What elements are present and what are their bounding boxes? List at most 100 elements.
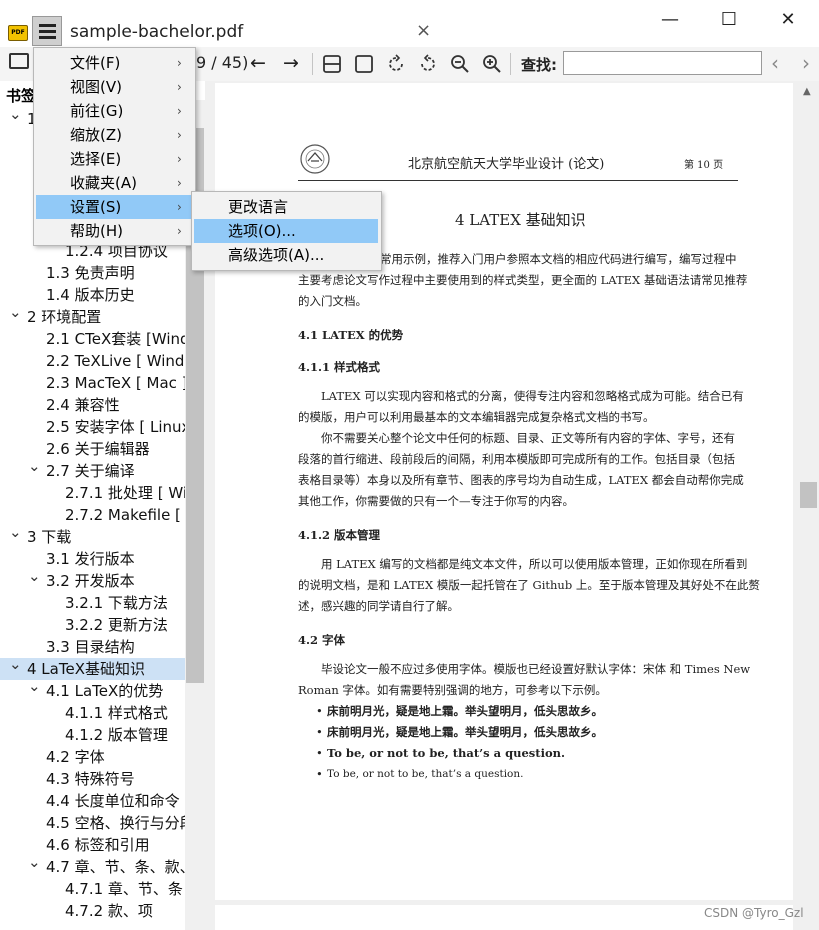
menu-item-select[interactable]: 选择(E) › bbox=[36, 147, 192, 171]
bookmark-item[interactable]: 4.1.1 样式格式 bbox=[65, 702, 168, 724]
bookmark-item[interactable]: ⌄ 4.7 章、节、条、款、 bbox=[28, 853, 195, 878]
menu-item-view[interactable]: 视图(V) › bbox=[36, 75, 192, 99]
zoom-in-icon[interactable] bbox=[482, 54, 502, 74]
bookmark-label: 3.3 目录结构 bbox=[46, 638, 135, 656]
bookmark-label: 1.3 免责声明 bbox=[46, 264, 135, 282]
bullet-item: To be, or not to be, that’s a question. bbox=[327, 768, 524, 780]
menu-item-settings[interactable]: 设置(S) › bbox=[36, 195, 192, 219]
expand-chevron-icon[interactable]: ⌄ bbox=[9, 521, 22, 543]
bookmark-item[interactable]: 3.2.2 更新方法 bbox=[65, 614, 168, 636]
bookmark-item[interactable]: 2.5 安装字体 [ Linux bbox=[46, 416, 190, 438]
bookmark-label: 4.1.1 样式格式 bbox=[65, 704, 168, 722]
fit-width-icon[interactable] bbox=[354, 54, 374, 74]
bookmark-label: 3 下载 bbox=[27, 528, 72, 546]
section-heading: 4.1 LATEX 的优势 bbox=[298, 328, 404, 342]
chevron-right-icon: › bbox=[177, 152, 182, 166]
maximize-button[interactable]: ☐ bbox=[709, 8, 749, 32]
bookmark-item[interactable]: 2.2 TeXLive [ Windo bbox=[46, 350, 194, 372]
intro-line: 的入门文档。 bbox=[298, 294, 367, 308]
next-page-icon[interactable]: → bbox=[283, 52, 299, 74]
chevron-right-icon: › bbox=[177, 224, 182, 238]
menu-item-help[interactable]: 帮助(H) › bbox=[36, 219, 192, 243]
submenu-item-options[interactable]: 选项(O)... bbox=[194, 219, 378, 243]
chevron-right-icon: › bbox=[177, 200, 182, 214]
expand-chevron-icon[interactable]: ⌄ bbox=[28, 565, 41, 587]
rotate-left-icon[interactable] bbox=[386, 54, 406, 74]
chevron-right-icon: › bbox=[177, 80, 182, 94]
menu-item-goto[interactable]: 前往(G) › bbox=[36, 99, 192, 123]
minimize-button[interactable]: — bbox=[650, 8, 690, 32]
bookmark-label: 3.2.2 更新方法 bbox=[65, 616, 168, 634]
bookmark-label: 4.7.1 章、节、条 bbox=[65, 880, 183, 898]
search-next-icon[interactable]: › bbox=[802, 52, 810, 74]
menu-item-file[interactable]: 文件(F) › bbox=[36, 51, 192, 75]
bookmark-item[interactable]: 3.1 发行版本 bbox=[46, 548, 135, 570]
zoom-out-icon[interactable] bbox=[450, 54, 470, 74]
body-line: LATEX 可以实现内容和格式的分离，使得专注内容和忽略格式成为可能。结合已有 bbox=[321, 389, 744, 403]
bookmark-item[interactable]: 4.1.2 版本管理 bbox=[65, 724, 168, 746]
bookmark-item[interactable]: ⌄ 3.2 开发版本 bbox=[28, 567, 135, 592]
bookmark-item[interactable]: 2.1 CTeX套装 [Wind bbox=[46, 328, 190, 350]
scroll-up-icon[interactable]: ▲ bbox=[803, 86, 811, 97]
bookmark-item[interactable]: ⌄ 2 环境配置 bbox=[9, 303, 102, 328]
search-input[interactable] bbox=[563, 51, 762, 75]
bookmark-label: 4.7.2 款、项 bbox=[65, 902, 153, 920]
expand-chevron-icon[interactable]: ⌄ bbox=[28, 675, 41, 697]
expand-chevron-icon[interactable]: ⌄ bbox=[28, 455, 41, 477]
expand-chevron-icon[interactable]: ⌄ bbox=[9, 653, 22, 675]
search-prev-icon[interactable]: ‹ bbox=[771, 52, 779, 74]
bullet-mark: • bbox=[316, 767, 323, 781]
bookmark-item[interactable]: 4.7.2 款、项 bbox=[65, 900, 153, 922]
bookmark-item[interactable]: 4.3 特殊符号 bbox=[46, 768, 135, 790]
menu-item-favorites[interactable]: 收藏夹(A) › bbox=[36, 171, 192, 195]
bookmark-label: 2 环境配置 bbox=[27, 308, 102, 326]
rotate-right-icon[interactable] bbox=[418, 54, 438, 74]
bookmark-label: 2.3 MacTeX [ Mac ] bbox=[46, 374, 188, 392]
hamburger-menu-button[interactable] bbox=[32, 16, 62, 46]
bookmark-item[interactable]: 2.6 关于编辑器 bbox=[46, 438, 150, 460]
menu-item-zoom[interactable]: 缩放(Z) › bbox=[36, 123, 192, 147]
bookmark-item[interactable]: 4.2 字体 bbox=[46, 746, 105, 768]
submenu-item-change-language[interactable]: 更改语言 bbox=[194, 195, 378, 219]
bookmark-item[interactable]: ⌄ 3 下载 bbox=[9, 523, 72, 548]
open-folder-icon[interactable] bbox=[9, 53, 29, 69]
bookmark-item[interactable]: ⌄ 4 LaTeX基础知识 bbox=[9, 655, 145, 680]
bookmark-item[interactable]: 4.6 标签和引用 bbox=[46, 834, 150, 856]
fit-page-icon[interactable] bbox=[322, 54, 342, 74]
page-number-label: 第 10 页 bbox=[684, 160, 724, 171]
tab-close-icon[interactable]: × bbox=[416, 20, 431, 41]
bookmark-item[interactable]: ⌄ 2.7 关于编译 bbox=[28, 457, 135, 482]
bookmark-item[interactable]: 4.4 长度单位和命令 bbox=[46, 790, 180, 812]
body-line: 段落的首行缩进、段前段后的间隔，利用本模版即可完成所有的工作。包括目录（包括 bbox=[298, 452, 735, 466]
prev-page-icon[interactable]: ← bbox=[250, 52, 266, 74]
expand-chevron-icon[interactable]: ⌄ bbox=[28, 851, 41, 873]
document-tab-title[interactable]: sample-bachelor.pdf bbox=[70, 22, 243, 42]
bookmark-label: 2.7.2 Makefile [ \ bbox=[65, 506, 191, 524]
bookmark-item[interactable]: 3.2.1 下载方法 bbox=[65, 592, 168, 614]
watermark-text: CSDN @Tyro_Gzl bbox=[704, 906, 804, 920]
expand-chevron-icon[interactable]: ⌄ bbox=[9, 103, 22, 125]
bookmark-item[interactable]: 2.7.2 Makefile [ \ bbox=[65, 504, 191, 526]
body-line: 毕设论文一般不应过多使用字体。模版也已经设置好默认字体：宋体 和 Times N… bbox=[321, 662, 751, 676]
bookmark-label: 4.7 章、节、条、款、 bbox=[46, 858, 195, 876]
bookmark-label: 4 LaTeX基础知识 bbox=[27, 660, 145, 678]
bookmark-label: 2.4 兼容性 bbox=[46, 396, 120, 414]
bookmark-item[interactable]: 2.7.1 批处理 [ Wir bbox=[65, 482, 193, 504]
bookmark-item[interactable]: 4.7.1 章、节、条 bbox=[65, 878, 183, 900]
close-window-button[interactable]: ✕ bbox=[768, 8, 808, 32]
document-scrollbar-thumb[interactable] bbox=[800, 482, 817, 508]
chevron-right-icon: › bbox=[177, 176, 182, 190]
bookmark-item[interactable]: 4.5 空格、换行与分段 bbox=[46, 812, 195, 834]
chevron-right-icon: › bbox=[177, 128, 182, 142]
submenu-item-advanced-options[interactable]: 高级选项(A)... bbox=[194, 243, 378, 267]
expand-chevron-icon[interactable]: ⌄ bbox=[9, 301, 22, 323]
bookmark-item[interactable]: 2.4 兼容性 bbox=[46, 394, 120, 416]
bookmark-label: 4.1 LaTeX的优势 bbox=[46, 682, 164, 700]
bookmark-item[interactable]: 1.4 版本历史 bbox=[46, 284, 135, 306]
bookmark-item[interactable]: 1.3 免责声明 bbox=[46, 262, 135, 284]
bookmark-item[interactable]: 2.3 MacTeX [ Mac ] bbox=[46, 372, 188, 394]
bookmark-label: 3.2 开发版本 bbox=[46, 572, 135, 590]
bookmark-item[interactable]: 3.3 目录结构 bbox=[46, 636, 135, 658]
chevron-right-icon: › bbox=[177, 56, 182, 70]
bookmark-item[interactable]: ⌄ 4.1 LaTeX的优势 bbox=[28, 677, 164, 702]
